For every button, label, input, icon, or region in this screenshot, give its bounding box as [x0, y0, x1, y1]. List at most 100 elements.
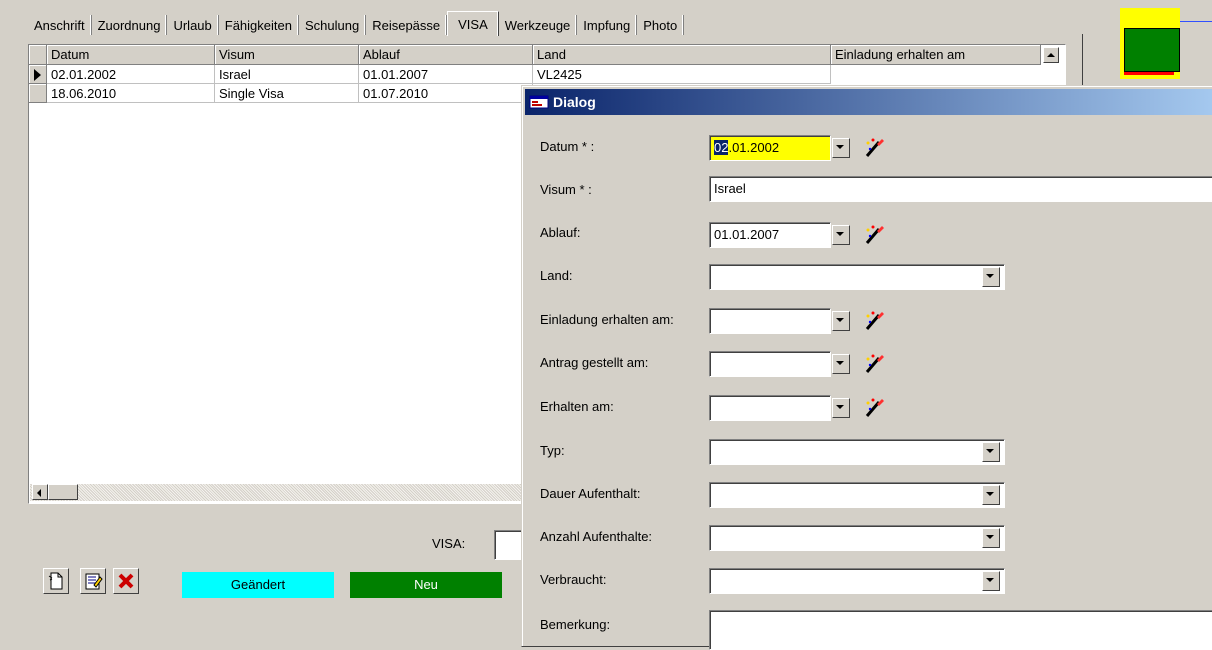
datum-selected-part: 02: [714, 140, 729, 155]
tab-strip: Anschrift Zuordnung Urlaub Fähigkeiten S…: [28, 9, 685, 36]
dialog-title: Dialog: [553, 94, 596, 110]
tab-visa[interactable]: VISA: [447, 11, 499, 36]
antrag-dropdown-button[interactable]: [832, 354, 850, 374]
label-verbraucht: Verbraucht:: [540, 572, 607, 587]
row-selector[interactable]: [29, 65, 47, 84]
current-row-icon: [34, 69, 41, 81]
date-picker-wand-icon[interactable]: [862, 395, 888, 421]
color-preview-bar: [1124, 72, 1174, 75]
row-selector[interactable]: [29, 84, 47, 103]
anzahl-combo[interactable]: [709, 525, 1005, 551]
tab-schulung[interactable]: Schulung: [299, 15, 367, 35]
ablauf-dropdown-button[interactable]: [832, 225, 850, 245]
label-einladung: Einladung erhalten am:: [540, 312, 674, 327]
date-picker-wand-icon[interactable]: [862, 135, 888, 161]
delete-icon: [118, 573, 134, 589]
col-header-datum[interactable]: Datum: [47, 45, 215, 65]
legend-geaendert-label: Geändert: [182, 572, 334, 598]
chevron-down-icon: [836, 145, 844, 149]
table-cell[interactable]: Israel: [215, 65, 359, 84]
delete-record-button[interactable]: [113, 568, 139, 594]
date-picker-wand-icon[interactable]: [862, 308, 888, 334]
tab-urlaub[interactable]: Urlaub: [167, 15, 219, 35]
new-document-icon: [48, 572, 63, 590]
label-bemerkung: Bemerkung:: [540, 617, 611, 632]
edit-document-icon: [85, 573, 103, 590]
label-anzahl: Anzahl Aufenthalte:: [540, 529, 653, 544]
tab-photo[interactable]: Photo: [637, 15, 685, 35]
label-antrag: Antrag gestellt am:: [540, 355, 649, 370]
chevron-down-icon: [986, 449, 994, 453]
verbraucht-dropdown-button[interactable]: [982, 571, 1000, 591]
dialog-app-icon: [529, 95, 549, 109]
label-typ: Typ:: [540, 443, 565, 458]
typ-dropdown-button[interactable]: [982, 442, 1000, 462]
einladung-dropdown-button[interactable]: [832, 311, 850, 331]
typ-combo[interactable]: [709, 439, 1005, 465]
dauer-combo[interactable]: [709, 482, 1005, 508]
chevron-down-icon: [836, 232, 844, 236]
chevron-down-icon: [836, 361, 844, 365]
datum-dropdown-button[interactable]: [832, 138, 850, 158]
visa-label: VISA:: [432, 536, 466, 551]
chevron-down-icon: [986, 578, 994, 582]
edit-record-button[interactable]: [80, 568, 106, 594]
anzahl-dropdown-button[interactable]: [982, 528, 1000, 548]
chevron-down-icon: [986, 492, 994, 496]
label-dauer: Dauer Aufenthalt:: [540, 486, 641, 501]
verbraucht-combo[interactable]: [709, 568, 1005, 594]
datum-field[interactable]: 02.01.2002: [709, 135, 850, 161]
tab-zuordnung[interactable]: Zuordnung: [92, 15, 168, 35]
table-cell[interactable]: 02.01.2002: [47, 65, 215, 84]
legend-geaendert: Geändert: [182, 572, 334, 598]
chevron-down-icon: [836, 318, 844, 322]
label-visum: Visum * :: [540, 182, 592, 197]
table-cell[interactable]: 01.07.2010: [359, 84, 533, 103]
chevron-down-icon: [986, 274, 994, 278]
label-ablauf: Ablauf:: [540, 225, 581, 240]
grid-corner: [29, 45, 47, 65]
land-combo[interactable]: [709, 264, 1005, 290]
chevron-down-icon: [836, 405, 844, 409]
tab-impfung[interactable]: Impfung: [577, 15, 638, 35]
color-preview-inner: [1124, 28, 1180, 72]
label-erhalten: Erhalten am:: [540, 399, 614, 414]
tab-reisepaesse[interactable]: Reisepässe: [366, 15, 448, 35]
land-dropdown-button[interactable]: [982, 267, 1000, 287]
date-picker-wand-icon[interactable]: [862, 222, 888, 248]
legend-neu: Neu: [350, 572, 502, 598]
label-land: Land:: [540, 268, 573, 283]
tab-faehigkeiten[interactable]: Fähigkeiten: [219, 15, 299, 35]
legend-neu-label: Neu: [350, 572, 502, 598]
scroll-thumb[interactable]: [48, 484, 78, 500]
ablauf-value: 01.01.2007: [714, 227, 780, 242]
visum-input[interactable]: Israel: [709, 176, 1212, 202]
erhalten-dropdown-button[interactable]: [832, 398, 850, 418]
tab-werkzeuge[interactable]: Werkzeuge: [499, 15, 578, 35]
col-header-visum[interactable]: Visum: [215, 45, 359, 65]
bemerkung-input[interactable]: [709, 610, 1212, 650]
visa-dialog: Dialog Datum * : 02.01.2002 Visum * : Is…: [521, 85, 1212, 650]
scroll-up-button[interactable]: [1043, 47, 1059, 63]
col-header-ablauf[interactable]: Ablauf: [359, 45, 533, 65]
dialog-titlebar[interactable]: Dialog: [525, 89, 1212, 115]
dauer-dropdown-button[interactable]: [982, 485, 1000, 505]
new-record-button[interactable]: [43, 568, 69, 594]
scroll-left-button[interactable]: [32, 484, 48, 500]
table-cell[interactable]: 01.01.2007: [359, 65, 533, 84]
ablauf-field[interactable]: 01.01.2007: [709, 222, 850, 248]
erhalten-field[interactable]: [709, 395, 850, 421]
date-picker-wand-icon[interactable]: [862, 351, 888, 377]
table-cell[interactable]: 18.06.2010: [47, 84, 215, 103]
table-cell[interactable]: Single Visa: [215, 84, 359, 103]
col-header-land[interactable]: Land: [533, 45, 831, 65]
col-header-einladung[interactable]: Einladung erhalten am: [831, 45, 1041, 65]
antrag-field[interactable]: [709, 351, 850, 377]
divider: [1180, 21, 1212, 22]
chevron-down-icon: [986, 535, 994, 539]
label-datum: Datum * :: [540, 139, 595, 154]
einladung-field[interactable]: [709, 308, 850, 334]
datum-rest: .01.2002: [728, 140, 780, 155]
table-cell[interactable]: VL2425: [533, 65, 831, 84]
tab-anschrift[interactable]: Anschrift: [28, 15, 92, 35]
